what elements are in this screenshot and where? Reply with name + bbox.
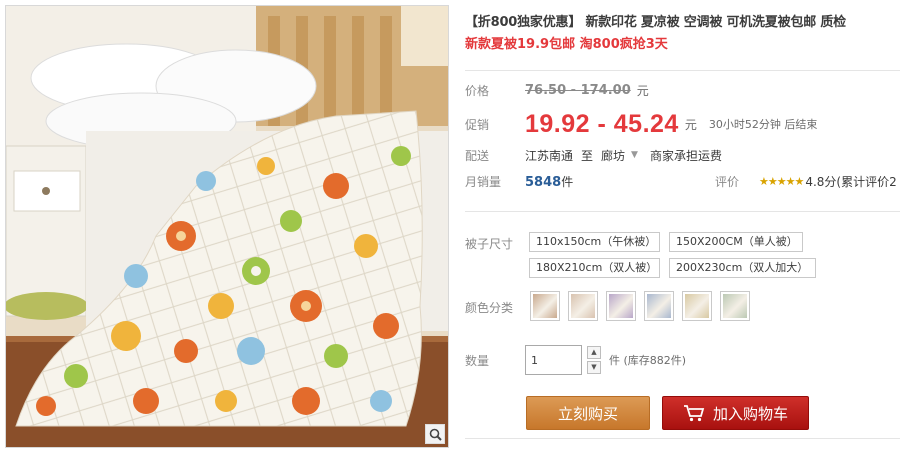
- quantity-label: 数量: [465, 353, 490, 368]
- divider: [465, 70, 900, 71]
- monthly-sales-count: 5848: [525, 174, 562, 190]
- price-label: 价格: [465, 83, 490, 98]
- promo-label: 促销: [465, 117, 490, 132]
- price-unit: 元: [636, 83, 649, 98]
- size-row: 被子尺寸: [465, 234, 525, 252]
- shipping-row: 配送 江苏南通 至 廊坊 ▼ 商家承担运费: [465, 145, 722, 165]
- promo-price: 19.92 - 45.24: [525, 109, 679, 138]
- chevron-down-icon[interactable]: ▼: [631, 150, 638, 160]
- quantity-row: 数量 ▲ ▼ 件 (库存882件): [465, 345, 686, 375]
- color-swatch[interactable]: [644, 291, 674, 321]
- color-swatch[interactable]: [720, 291, 750, 321]
- ship-fee-note: 商家承担运费: [649, 148, 722, 163]
- swatch-thumbnail: [685, 294, 709, 318]
- add-to-cart-button[interactable]: 加入购物车: [662, 396, 809, 430]
- rating-label: 评价: [715, 174, 740, 189]
- swatch-thumbnail: [723, 294, 747, 318]
- size-option-180x210[interactable]: 180X210cm（双人被）: [529, 258, 660, 278]
- quantity-unit: 件: [609, 354, 620, 367]
- swatch-thumbnail: [571, 294, 595, 318]
- decrement-button[interactable]: ▼: [587, 361, 601, 374]
- color-swatches: [530, 291, 750, 321]
- stock-count: (库存882件): [623, 354, 687, 367]
- magnifier-icon[interactable]: [425, 424, 445, 444]
- star-rating-icon: ★★★★★: [759, 174, 804, 188]
- buy-now-button[interactable]: 立刻购买: [526, 396, 650, 430]
- size-option-200x230[interactable]: 200X230cm（双人加大）: [669, 258, 816, 278]
- swatch-thumbnail: [533, 294, 557, 318]
- size-label: 被子尺寸: [465, 236, 514, 251]
- sales-rating-row: 月销量 5848件 评价 ★★★★★ 4.8分(累计评价2: [465, 170, 900, 192]
- product-title: 【折800独家优惠】 新款印花 夏凉被 空调被 可机洗夏被包邮 质检: [465, 15, 846, 30]
- color-swatch[interactable]: [530, 291, 560, 321]
- size-option-110x150[interactable]: 110x150cm（午休被）: [529, 232, 660, 252]
- stock-info: 件 (库存882件): [609, 352, 686, 368]
- ship-to-word: 至: [581, 148, 594, 163]
- promo-unit: 元: [684, 117, 697, 132]
- increment-button[interactable]: ▲: [587, 346, 601, 359]
- original-price-row: 价格 76.50 - 174.00 元: [465, 80, 649, 100]
- color-swatch[interactable]: [682, 291, 712, 321]
- rating-text[interactable]: 4.8分(累计评价2: [805, 173, 896, 190]
- product-info: 【折800独家优惠】 新款印花 夏凉被 空调被 可机洗夏被包邮 质检 新款夏被1…: [465, 14, 900, 439]
- monthly-sales-unit: 件: [561, 174, 574, 189]
- product-subtitle: 新款夏被19.9包邮 淘800疯抢3天: [465, 37, 668, 52]
- swatch-thumbnail: [609, 294, 633, 318]
- cart-icon: [683, 404, 705, 422]
- promo-countdown: 30小时52分钟 后结束: [708, 118, 818, 131]
- color-swatch[interactable]: [568, 291, 598, 321]
- size-option-150x200[interactable]: 150X200CM（单人被）: [669, 232, 803, 252]
- shipping-label: 配送: [465, 148, 490, 163]
- monthly-sales: 5848件: [525, 173, 573, 190]
- promo-price-row: 促销 19.92 - 45.24 元 30小时52分钟 后结束: [465, 108, 817, 140]
- product-image[interactable]: [5, 5, 449, 448]
- divider: [465, 438, 900, 439]
- add-to-cart-label: 加入购物车: [712, 404, 788, 423]
- color-swatch[interactable]: [606, 291, 636, 321]
- rating[interactable]: 评价 ★★★★★ 4.8分(累计评价2: [715, 173, 897, 190]
- monthly-sales-label: 月销量: [465, 174, 502, 189]
- ship-destination-select[interactable]: 廊坊: [601, 147, 625, 164]
- ship-from: 江苏南通: [525, 148, 574, 163]
- quantity-input[interactable]: [525, 345, 582, 375]
- divider: [465, 211, 900, 212]
- color-row: 颜色分类: [465, 298, 525, 316]
- quantity-stepper: ▲ ▼: [587, 346, 601, 374]
- color-label: 颜色分类: [465, 300, 514, 315]
- swatch-thumbnail: [647, 294, 671, 318]
- original-price: 76.50 - 174.00: [525, 82, 631, 98]
